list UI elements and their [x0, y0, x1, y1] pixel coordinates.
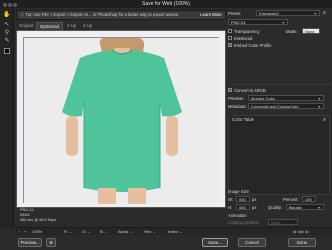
tab-optimized[interactable]: Optimized [36, 22, 63, 30]
preview-frame [23, 36, 220, 204]
interlaced-label: Interlaced [234, 36, 253, 41]
looping-select[interactable]: Once [268, 219, 298, 225]
save-button[interactable]: Save... [202, 238, 228, 247]
height-input[interactable]: 530 [236, 204, 250, 210]
preview-select[interactable]: Monitor Color ▼ [248, 95, 324, 101]
transparency-row[interactable]: Transparency [228, 28, 259, 35]
width-input[interactable]: 530 [236, 196, 250, 202]
height-label: H: [228, 205, 233, 210]
browser-icon[interactable]: ⊕ [46, 238, 56, 247]
tab-2-up[interactable]: 2-Up [64, 22, 79, 30]
preset-select[interactable]: [Unnamed] ▼ [256, 10, 320, 16]
eyedropper-color-swatch[interactable] [4, 48, 10, 54]
image-preview[interactable] [16, 30, 226, 208]
color-table: Color Table ≡ [228, 115, 330, 195]
width-label: W: [228, 197, 234, 202]
slice-select-tool-icon[interactable]: ↖ [3, 21, 11, 29]
color-table-title: Color Table [232, 117, 255, 122]
height-unit: px [252, 205, 257, 210]
zoom-tool-icon[interactable]: ⚲ [3, 29, 11, 37]
format-select[interactable]: PNG-24 ▼ [228, 19, 288, 25]
preset-label: Preset: [228, 11, 242, 16]
embed-profile-row[interactable]: Embed Color Profile [228, 42, 271, 49]
matte-select[interactable]: None [302, 28, 320, 34]
tools-panel: ✋ ↖ ⚲ ✎ [0, 8, 14, 228]
tip-bar: ⓘ Tip: Use File > Export > Export As... … [16, 10, 226, 20]
tip-text: Tip: Use File > Export > Export As... in… [25, 12, 179, 17]
metadata-label: Metadata: [228, 104, 247, 109]
quality-select[interactable]: Bicubic ▼ [286, 204, 324, 210]
preview-label: Preview: [228, 96, 245, 101]
settings-panel: Preset: [Unnamed] ▼ ≡ PNG-24 ▼ Transparenc… [228, 10, 332, 225]
cancel-button[interactable]: Cancel [238, 238, 266, 247]
percent-input[interactable]: 100 [302, 196, 316, 202]
view-tabs: Original Optimized 2-Up 4-Up [16, 22, 226, 30]
window-title: Save for Web (100%) [142, 1, 190, 7]
divider [228, 84, 330, 85]
done-button[interactable]: Done [288, 238, 316, 247]
learn-more-button[interactable]: Learn More [196, 11, 226, 19]
info-icon: ⓘ [20, 12, 25, 17]
bottom-bar: Preview... ⊕ Save... Cancel Done [0, 235, 332, 250]
color-table-menu-icon[interactable]: ≡ [323, 117, 326, 123]
hand-tool-icon[interactable]: ✋ [3, 11, 11, 19]
tshirt-model-image [24, 36, 220, 204]
convert-srgb-label: Convert to sRGB [234, 88, 266, 93]
image-size-title: Image Size [228, 189, 249, 194]
tab-4-up[interactable]: 4-Up [80, 22, 95, 30]
matte-label: Matte: [286, 29, 298, 34]
quality-label: Quality: [268, 205, 283, 210]
convert-srgb-row[interactable]: Convert to sRGB [228, 87, 266, 94]
tab-original[interactable]: Original [16, 22, 36, 30]
transparency-label: Transparency [234, 29, 260, 34]
convert-srgb-checkbox[interactable] [228, 88, 232, 93]
interlaced-checkbox[interactable] [228, 36, 232, 41]
transparency-checkbox[interactable] [228, 29, 232, 34]
status-bar: − + 100% R: -- G: -- B: -- Alpha: -- Hex… [16, 227, 332, 235]
percent-label: Percent: [283, 197, 299, 202]
info-download-time: 465 sec @ 56.6 Kbps [20, 218, 57, 222]
embed-profile-checkbox[interactable] [228, 43, 232, 48]
looping-label: Looping Options: [228, 220, 260, 225]
eyedropper-tool-icon[interactable]: ✎ [3, 37, 11, 45]
preset-menu-icon[interactable]: ≡ [323, 10, 326, 16]
interlaced-row[interactable]: Interlaced [228, 35, 252, 42]
embed-profile-label: Embed Color Profile [234, 43, 272, 48]
animation-title: Animation [228, 213, 247, 218]
width-unit: px [252, 197, 257, 202]
metadata-select[interactable]: Copyright and Contact Info ▼ [248, 103, 324, 109]
preview-button[interactable]: Preview... [18, 238, 42, 247]
title-bar: Save for Web (100%) [0, 0, 332, 8]
optimized-info: PNG-24 530M 465 sec @ 56.6 Kbps [20, 208, 100, 223]
preset-row: Preset: [228, 10, 241, 17]
